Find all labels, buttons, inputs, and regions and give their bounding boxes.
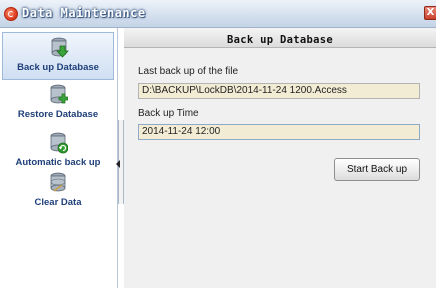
sidebar-item-backup-database[interactable]: Back up Database [2, 32, 114, 80]
sidebar-item-label: Automatic back up [15, 157, 101, 168]
panel-header: Back up Database [124, 28, 436, 48]
database-auto-backup-icon [50, 132, 68, 154]
app-logo-icon [4, 7, 18, 21]
backup-time-field[interactable]: 2014-11-24 12:00 [138, 124, 420, 140]
title-bar[interactable]: Data Maintenance X [0, 0, 436, 28]
sidebar: Back up Database Restore Database Automa… [0, 28, 118, 288]
close-button[interactable]: X [424, 6, 436, 20]
sidebar-item-clear-data[interactable]: Clear Data [2, 168, 114, 216]
close-icon: X [426, 7, 435, 18]
sidebar-item-label: Back up Database [17, 62, 99, 73]
database-download-icon [51, 37, 69, 58]
last-backup-label: Last back up of the file [138, 66, 239, 77]
sidebar-item-label: Clear Data [34, 197, 82, 208]
window-title: Data Maintenance [22, 6, 146, 20]
sidebar-item-restore-database[interactable]: Restore Database [2, 80, 114, 128]
panel-title: Back up Database [227, 34, 333, 46]
database-restore-icon [50, 84, 68, 104]
start-backup-button[interactable]: Start Back up [334, 158, 420, 181]
data-maintenance-window: Data Maintenance X Back up Database Rest… [0, 0, 436, 288]
last-backup-file-field[interactable]: D:\BACKUP\LockDB\2014-11-24 1200.Access [138, 83, 420, 99]
backup-time-label: Back up Time [138, 108, 199, 119]
backup-panel: Back up Database Last back up of the fil… [124, 28, 436, 288]
database-clear-icon [50, 172, 66, 192]
sidebar-item-label: Restore Database [17, 109, 99, 120]
collapse-arrow-icon[interactable] [116, 160, 120, 168]
